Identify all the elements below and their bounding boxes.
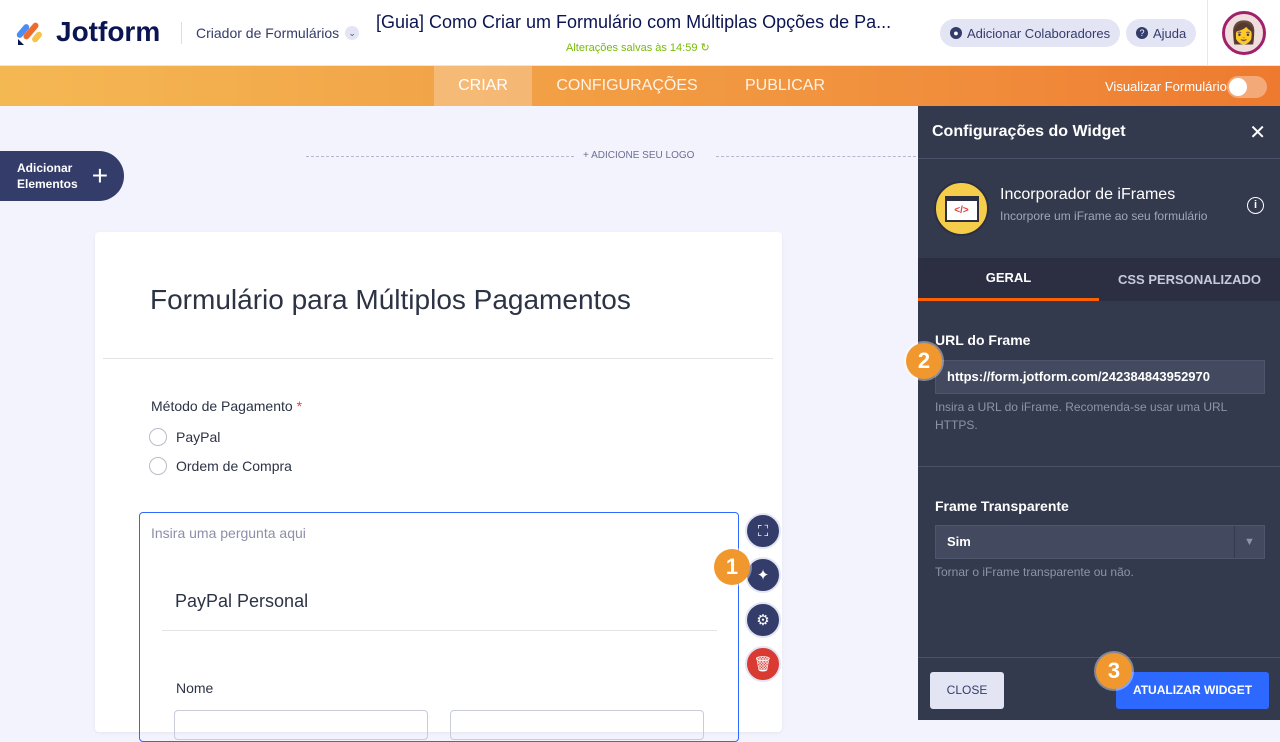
widget-settings-panel: Configurações do Widget ✕ </> Incorporad… [918,106,1280,720]
avatar[interactable]: 👩 [1222,11,1266,55]
add-elements-label: Adicionar [17,161,73,175]
close-button[interactable]: CLOSE [930,672,1004,709]
close-icon[interactable]: ✕ [1249,120,1266,145]
divider [162,630,717,631]
question-placeholder[interactable]: Insira uma pergunta aqui [151,525,306,541]
divider [1207,0,1208,66]
brand-name: Jotform [56,16,161,47]
help-button[interactable]: ? Ajuda [1126,19,1197,47]
widget-description: Incorpore um iFrame ao seu formulário [1000,209,1208,223]
help-label: Ajuda [1153,25,1187,41]
url-help: Insira a URL do iFrame. Recomenda-se usa… [935,400,1227,432]
question-icon: ? [1136,27,1148,39]
conditions-button[interactable]: ⛶ [745,513,781,549]
gear-icon: ⚙ [756,612,770,629]
user-icon: ● [950,27,962,39]
panel-tabs: GERAL CSS PERSONALIZADO [918,258,1280,301]
question-label[interactable]: Método de Pagamento * [151,398,302,414]
transparent-label: Frame Transparente [935,498,1069,514]
name-label: Nome [176,680,214,696]
step-badge-1: 1 [714,549,750,585]
transparent-help: Tornar o iFrame transparente ou não. [935,565,1134,579]
divider [918,466,1280,467]
nav-bar: CRIAR CONFIGURAÇÕES PUBLICAR Visualizar … [0,66,1280,106]
selected-widget-field[interactable]: Insira uma pergunta aqui PayPal Personal… [139,512,739,742]
widget-name: Incorporador de iFrames [1000,186,1176,203]
widget-heading: PayPal Personal [175,591,309,611]
url-label: URL do Frame [935,332,1031,348]
radio-purchase-order[interactable]: Ordem de Compra [149,457,292,475]
form-heading[interactable]: Formulário para Múltiplos Pagamentos [150,284,631,316]
chevron-down-icon: ⌄ [345,26,360,40]
code-icon: </> [944,195,979,222]
caret-down-icon[interactable]: ▼ [1234,526,1264,558]
divider [181,22,182,44]
form-card: Formulário para Múltiplos Pagamentos Mét… [95,232,782,742]
tab-configuracoes[interactable]: CONFIGURAÇÕES [545,66,709,106]
delete-button[interactable]: 🗑 [745,646,781,682]
save-status: Alterações salvas às 14:59 ↻ [566,42,710,54]
builder-label: Criador de Formulários [196,25,340,41]
last-name-input[interactable] [450,710,704,740]
divider [918,158,1280,159]
divider [306,156,574,157]
radio-paypal[interactable]: PayPal [149,428,220,446]
tab-geral[interactable]: GERAL [918,258,1099,301]
update-widget-button[interactable]: ATUALIZAR WIDGET [1116,672,1269,709]
info-icon[interactable]: i [1247,197,1264,214]
step-badge-2: 2 [906,343,942,379]
first-name-input[interactable] [174,710,428,740]
tab-css-personalizado[interactable]: CSS PERSONALIZADO [1099,258,1280,301]
magic-wand-icon: ✦ [756,567,770,584]
radio-label: PayPal [176,429,221,445]
form-title[interactable]: [Guia] Como Criar um Formulário com Múlt… [376,12,891,33]
url-input[interactable]: https://form.jotform.com/242384843952970 [935,360,1265,394]
transparent-value: Sim [947,534,971,549]
top-header: Jotform Criador de Formulários ⌄ [Guia] C… [0,0,1280,66]
trash-icon: 🗑 [753,656,773,673]
radio-circle[interactable] [149,428,167,446]
tab-publicar[interactable]: PUBLICAR [730,66,840,106]
add-elements-label: Elementos [17,177,78,191]
jotform-logo[interactable]: Jotform [16,16,160,48]
transparent-select[interactable]: Sim ▼ [935,525,1265,559]
radio-label: Ordem de Compra [176,458,292,474]
preview-label: Visualizar Formulário [1105,79,1227,94]
add-logo-link[interactable]: + ADICIONE SEU LOGO [583,150,694,161]
sitemap-icon: ⛶ [757,522,769,540]
add-elements-button[interactable]: Adicionar Elementos + [0,151,124,201]
settings-button[interactable]: ⚙ [745,602,781,638]
panel-title: Configurações do Widget [932,123,1126,140]
divider [716,156,916,157]
preview-toggle[interactable] [1227,76,1267,98]
required-mark: * [296,398,303,414]
radio-circle[interactable] [149,457,167,475]
tab-criar[interactable]: CRIAR [434,66,532,106]
add-collaborators-label: Adicionar Colaboradores [967,25,1111,41]
jotform-logo-icon [16,22,42,45]
wizard-button[interactable]: ✦ [745,557,781,593]
divider [103,358,773,359]
add-collaborators-button[interactable]: ● Adicionar Colaboradores [940,19,1121,47]
step-badge-3: 3 [1096,653,1132,689]
plus-icon: + [91,160,109,191]
iframe-widget-icon: </> [934,181,989,236]
question-text: Método de Pagamento [151,398,293,414]
builder-dropdown[interactable]: Criador de Formulários ⌄ [196,25,360,41]
